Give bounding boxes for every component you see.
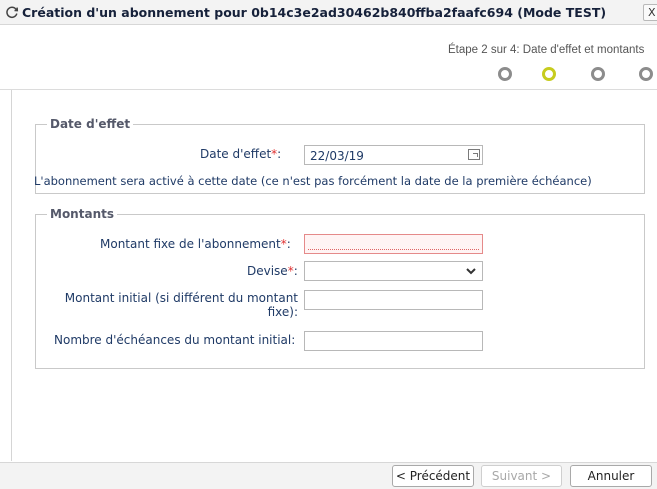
next-button[interactable]: Suivant >: [481, 465, 562, 487]
initial-amount-input[interactable]: [304, 290, 483, 310]
close-button[interactable]: X: [643, 4, 657, 21]
currency-label: Devise*:: [247, 264, 298, 278]
amounts-legend: Montants: [47, 207, 117, 221]
step-dot-2-active: [542, 67, 556, 81]
date-effect-hint: L'abonnement sera activé à cette date (c…: [34, 174, 592, 188]
step-dot-1: [498, 67, 512, 81]
dialog-titlebar: Création d'un abonnement pour 0b14c3e2ad…: [0, 0, 657, 25]
installments-label: Nombre d'échéances du montant initial:: [54, 333, 296, 347]
currency-select[interactable]: [304, 261, 483, 281]
step-indicator-text: Étape 2 sur 4: Date d'effet et montants: [448, 44, 645, 56]
stepper-header: Étape 2 sur 4: Date d'effet et montants: [0, 26, 657, 90]
cancel-button[interactable]: Annuler: [570, 465, 652, 487]
date-effect-legend: Date d'effet: [47, 117, 134, 131]
dialog-footer: < Précédent Suivant > Annuler: [0, 462, 657, 489]
fixed-amount-input[interactable]: [304, 234, 483, 254]
installments-input[interactable]: [304, 331, 483, 351]
previous-button[interactable]: < Précédent: [392, 465, 474, 487]
date-effect-input[interactable]: 22/03/19: [304, 145, 483, 165]
chevron-down-icon[interactable]: [466, 267, 476, 275]
fixed-amount-label: Montant fixe de l'abonnement*:: [100, 237, 291, 251]
step-dot-3: [591, 67, 605, 81]
form-body: Date d'effet Date d'effet*: 22/03/19 L'a…: [11, 90, 657, 461]
initial-amount-label: Montant initial (si différent du montant…: [64, 291, 298, 319]
date-effect-label: Date d'effet*:: [200, 147, 282, 161]
dialog-title: Création d'un abonnement pour 0b14c3e2ad…: [22, 5, 607, 20]
step-dot-4: [639, 67, 653, 81]
refresh-icon[interactable]: [5, 5, 19, 19]
calendar-icon[interactable]: [468, 149, 480, 160]
